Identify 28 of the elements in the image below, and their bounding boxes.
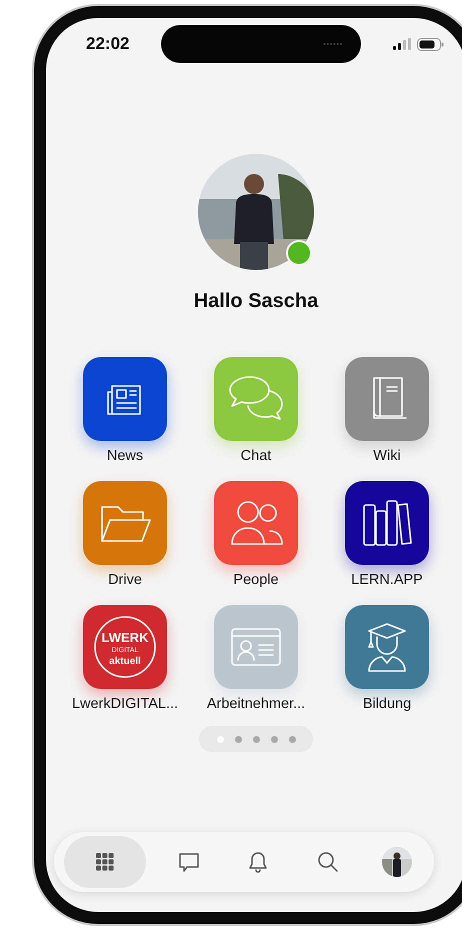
app-label: LERN.APP: [351, 572, 423, 588]
chat-icon: [178, 851, 200, 873]
sensor-dots-icon: [323, 42, 344, 46]
signal-icon: [392, 38, 411, 50]
app-tile[interactable]: [83, 481, 167, 565]
app-tile[interactable]: [214, 481, 298, 565]
status-time: 22:02: [86, 34, 130, 54]
app-label: LwerkDIGITAL...: [72, 696, 178, 712]
app-tile[interactable]: [345, 357, 429, 441]
tab-button[interactable]: [64, 836, 146, 888]
app-label: Drive: [108, 572, 142, 588]
app-tile[interactable]: [345, 605, 429, 689]
greeting: Hallo Sascha: [194, 290, 318, 313]
battery-icon: [416, 38, 444, 50]
app-label: Wiki: [373, 448, 401, 464]
app-tile[interactable]: [214, 605, 298, 689]
bell-icon: [248, 851, 268, 873]
grid-icon: [96, 853, 114, 871]
app-tile[interactable]: [83, 357, 167, 441]
app-label: News: [106, 448, 144, 464]
search-icon: [316, 851, 338, 873]
app-label: Chat: [240, 448, 272, 464]
app-label: Bildung: [362, 696, 412, 712]
app-tile[interactable]: [345, 481, 429, 565]
app-label: Arbeitnehmer...: [206, 696, 306, 712]
app-tile[interactable]: [214, 357, 298, 441]
app-label: People: [233, 572, 279, 588]
id-card-icon: [228, 625, 284, 669]
